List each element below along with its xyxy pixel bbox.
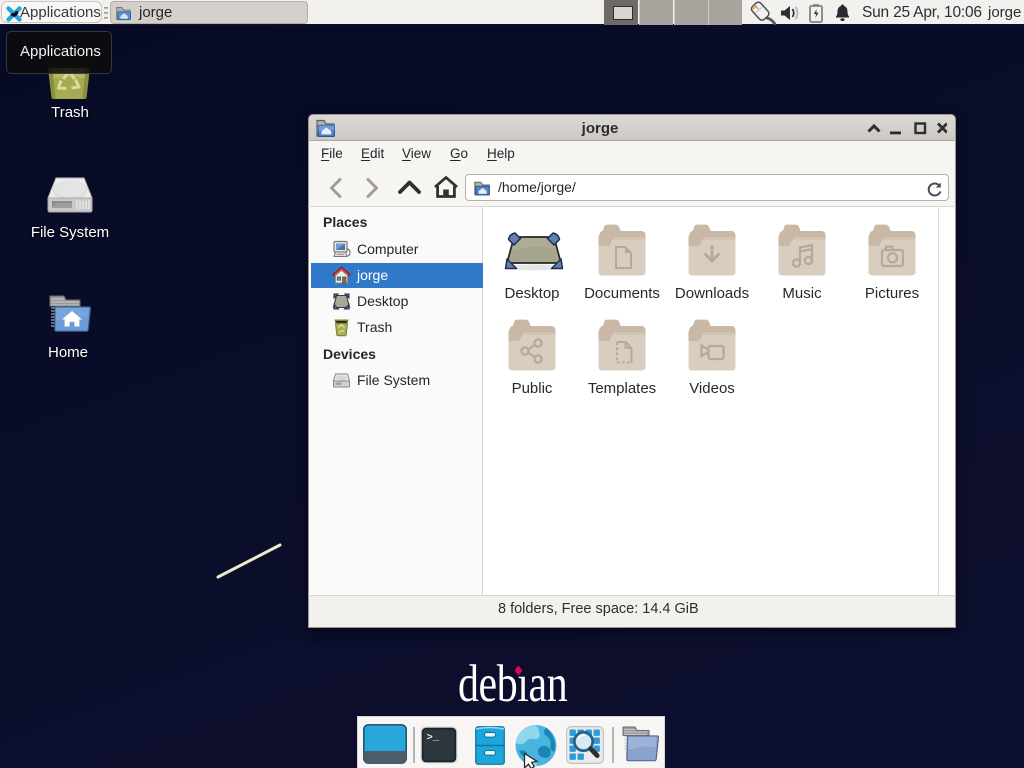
svg-text:>_: >_: [427, 732, 440, 744]
